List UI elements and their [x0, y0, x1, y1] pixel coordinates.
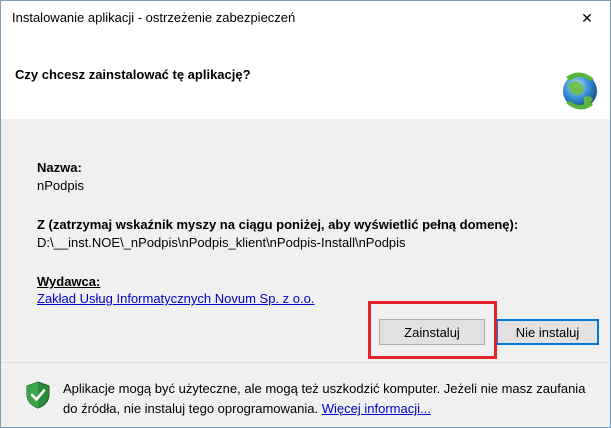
install-question: Czy chcesz zainstalować tę aplikację?	[15, 67, 251, 82]
dont-install-button[interactable]: Nie instaluj	[496, 319, 599, 345]
close-icon: ✕	[581, 9, 593, 26]
install-button-highlight	[368, 301, 497, 359]
from-label: Z (zatrzymaj wskaźnik myszy na ciągu pon…	[37, 217, 519, 232]
from-value[interactable]: D:\__inst.NOE\_nPodpis\nPodpis_klient\nP…	[37, 235, 406, 250]
name-value: nPodpis	[37, 178, 84, 193]
details-panel: Nazwa: nPodpis Z (zatrzymaj wskaźnik mys…	[1, 119, 610, 359]
publisher-label: Wydawca:	[37, 274, 101, 289]
window-title: Instalowanie aplikacji - ostrzeżenie zab…	[12, 10, 296, 25]
name-label: Nazwa:	[37, 160, 82, 175]
more-info-link[interactable]: Więcej informacji...	[322, 401, 431, 416]
close-button[interactable]: ✕	[564, 1, 610, 35]
security-footer: Aplikacje mogą być użyteczne, ale mogą t…	[1, 363, 610, 427]
publisher-link[interactable]: Zakład Usług Informatycznych Novum Sp. z…	[37, 291, 314, 306]
security-warning-text: Aplikacje mogą być użyteczne, ale mogą t…	[63, 379, 603, 419]
title-bar: Instalowanie aplikacji - ostrzeżenie zab…	[1, 1, 610, 35]
globe-install-icon	[563, 72, 597, 110]
dialog-header: Czy chcesz zainstalować tę aplikację?	[1, 35, 610, 119]
install-warning-dialog: Instalowanie aplikacji - ostrzeżenie zab…	[0, 0, 611, 428]
shield-check-icon	[26, 381, 50, 409]
